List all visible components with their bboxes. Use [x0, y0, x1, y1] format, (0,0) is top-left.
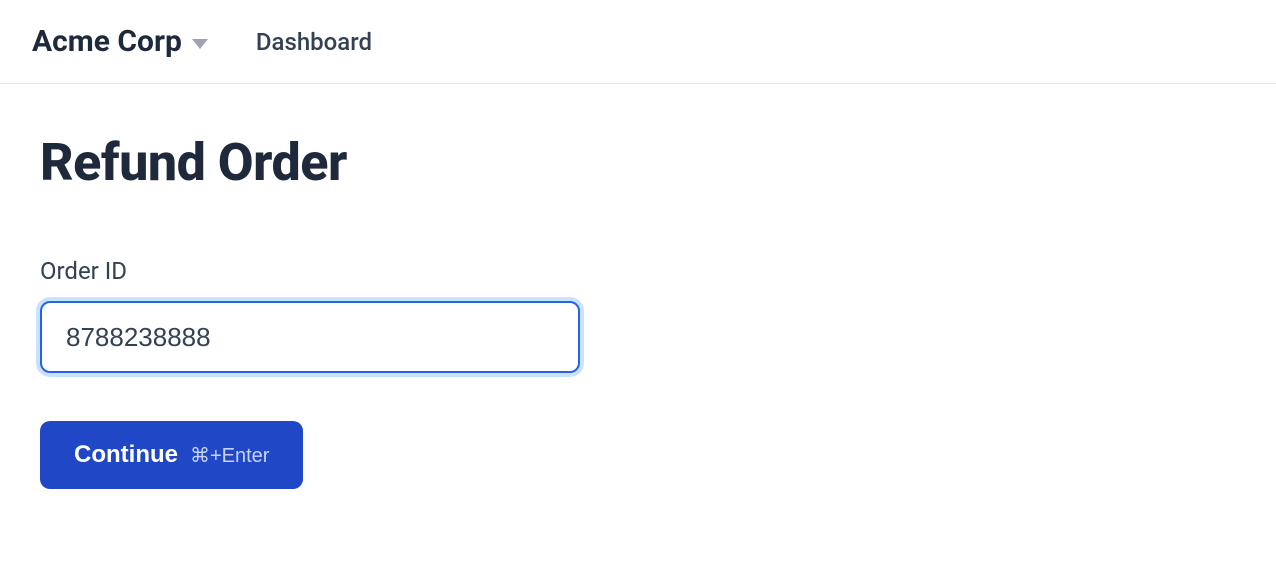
continue-button-label: Continue	[74, 441, 178, 469]
order-id-label: Order ID	[40, 257, 1236, 285]
org-switcher[interactable]: Acme Corp	[32, 24, 208, 59]
header: Acme Corp Dashboard	[0, 0, 1276, 84]
nav-dashboard[interactable]: Dashboard	[256, 28, 372, 56]
continue-button[interactable]: Continue ⌘+Enter	[40, 421, 303, 489]
caret-down-icon	[192, 39, 208, 49]
main-content: Refund Order Order ID Continue ⌘+Enter	[0, 84, 1276, 537]
order-id-input[interactable]	[40, 301, 580, 373]
button-row: Continue ⌘+Enter	[40, 421, 1236, 489]
page-title: Refund Order	[40, 132, 1236, 193]
continue-shortcut: ⌘+Enter	[190, 443, 269, 468]
org-name: Acme Corp	[32, 24, 182, 59]
